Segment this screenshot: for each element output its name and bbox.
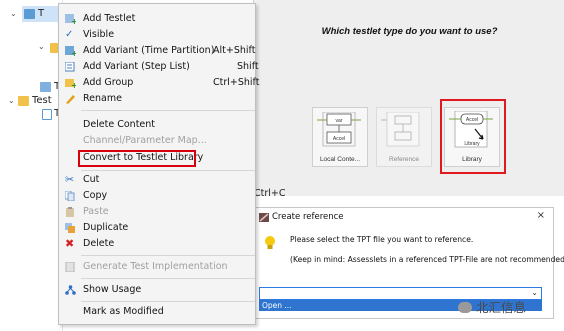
menu-item-label: Generate Test Implementation [83,261,228,272]
scissors-icon: ✂ [65,173,75,186]
close-icon[interactable]: × [537,210,545,221]
menu-item-shortcut: Alt+Shift [213,45,256,56]
testlet-icon [24,9,35,19]
context-menu: + Add Testlet ✓ Visible + Add Variant (T… [58,3,259,325]
dialog-message: Please select the TPT file you want to r… [290,235,474,244]
library-highlight-box [440,99,506,174]
duplicate-icon [65,223,75,233]
lightbulb-icon [265,236,275,249]
testlet-type-dialog: Which testlet type do you want to use? v… [253,0,564,196]
dropdown-option-label: Open ... [262,301,292,310]
menu-separator [81,110,255,111]
testlet-icon [40,82,51,92]
menu-item-channel-parameter-map[interactable]: Channel/Parameter Map... [59,133,255,149]
menu-separator [81,278,255,279]
menu-item-label: Add Testlet [83,13,136,24]
add-variant-icon: + [65,46,76,56]
menu-item-label: Copy [83,190,108,201]
paste-icon [66,207,74,217]
menu-item-generate-test-implementation[interactable]: Generate Test Implementation [59,259,255,275]
delete-x-icon: ✖ [65,237,75,250]
copy-icon [65,191,75,201]
menu-item-add-variant-time-partition[interactable]: + Add Variant (Time Partition) Alt+Shift [59,43,255,59]
svg-text:+: + [71,49,76,56]
menu-item-label: Delete Content [83,119,156,130]
menu-item-label: Paste [83,206,109,217]
watermark: 北汇信息 [458,297,526,316]
menu-item-mark-as-modified[interactable]: Mark as Modified [59,304,255,320]
chevron-down-icon[interactable]: ⌄ [10,10,18,18]
usage-tree-icon [65,285,76,295]
dialog-title: Create reference [272,212,344,222]
menu-item-label: Add Group [83,77,134,88]
menu-item-show-usage[interactable]: Show Usage [59,282,255,298]
menu-item-label: Rename [83,93,122,104]
menu-separator [81,301,255,302]
local-context-option[interactable]: var Accel Local Conte... [312,107,368,167]
menu-item-delete-content[interactable]: Delete Content [59,117,255,133]
watermark-text: 北汇信息 [476,300,527,315]
menu-item-cut[interactable]: ✂ Cut [59,172,255,188]
menu-item-delete[interactable]: ✖ Delete [59,236,255,252]
chevron-down-icon[interactable]: ⌄ [8,97,16,105]
menu-separator [81,255,255,256]
chevron-down-icon[interactable]: ⌄ [38,43,46,51]
menu-item-duplicate[interactable]: Duplicate [59,220,255,236]
file-icon [42,109,52,120]
menu-item-copy[interactable]: Copy [59,188,255,204]
menu-item-shortcut: Ctrl+Shift [213,77,260,88]
step-list-icon [65,62,75,72]
menu-item-paste[interactable]: Paste [59,204,255,220]
wechat-icon [458,302,472,313]
dialog-note: (Keep in mind: Assesslets in a reference… [290,255,564,264]
menu-item-label: Duplicate [83,222,129,233]
menu-item-label: Add Variant (Time Partition) [83,45,215,56]
reference-icon [381,112,420,147]
app-icon [259,213,269,222]
menu-item-label: Channel/Parameter Map... [83,135,207,146]
menu-item-add-variant-step-list[interactable]: Add Variant (Step List) Shift [59,59,259,75]
tree-item-label: T [38,8,45,19]
generate-icon [65,262,75,272]
copy-shortcut-overflow: Ctrl+C [254,188,286,199]
tree-row[interactable]: ⌄ T [10,6,62,22]
node-label-bottom: Accel [333,136,345,142]
folder-icon [18,96,29,106]
dialog-question: Which testlet type do you want to use? [321,26,498,37]
menu-separator [81,170,255,171]
menu-item-rename[interactable]: Rename [59,91,255,107]
add-testlet-icon: + [65,14,76,24]
local-context-icon: var Accel [317,112,361,147]
tree-item-label: Test [32,95,52,106]
svg-text:+: + [71,17,76,24]
menu-item-label: Add Variant (Step List) [83,61,190,72]
checkmark-icon: ✓ [65,29,74,40]
pencil-icon [66,95,75,104]
add-group-icon: + [65,79,76,88]
menu-item-label: Cut [83,174,100,185]
menu-item-label: Mark as Modified [83,306,164,317]
project-tree: ⌄ T ⌄ T ⌄ Test T [0,0,63,331]
reference-option[interactable]: Reference [376,107,432,167]
menu-item-add-group[interactable]: + Add Group Ctrl+Shift [59,75,259,91]
node-label-top: var [336,118,343,124]
convert-highlight-box [78,150,196,167]
menu-item-label: Visible [83,29,115,40]
svg-text:+: + [71,81,76,88]
option-label: Reference [389,156,419,163]
chevron-down-icon[interactable]: ⌄ [531,288,538,297]
menu-item-label: Delete [83,238,115,249]
option-label: Local Conte... [319,156,361,163]
menu-item-add-testlet[interactable]: + Add Testlet [59,11,255,27]
menu-item-shortcut: Shift [237,61,259,72]
menu-item-visible[interactable]: ✓ Visible [59,27,255,43]
menu-item-label: Show Usage [83,284,142,295]
